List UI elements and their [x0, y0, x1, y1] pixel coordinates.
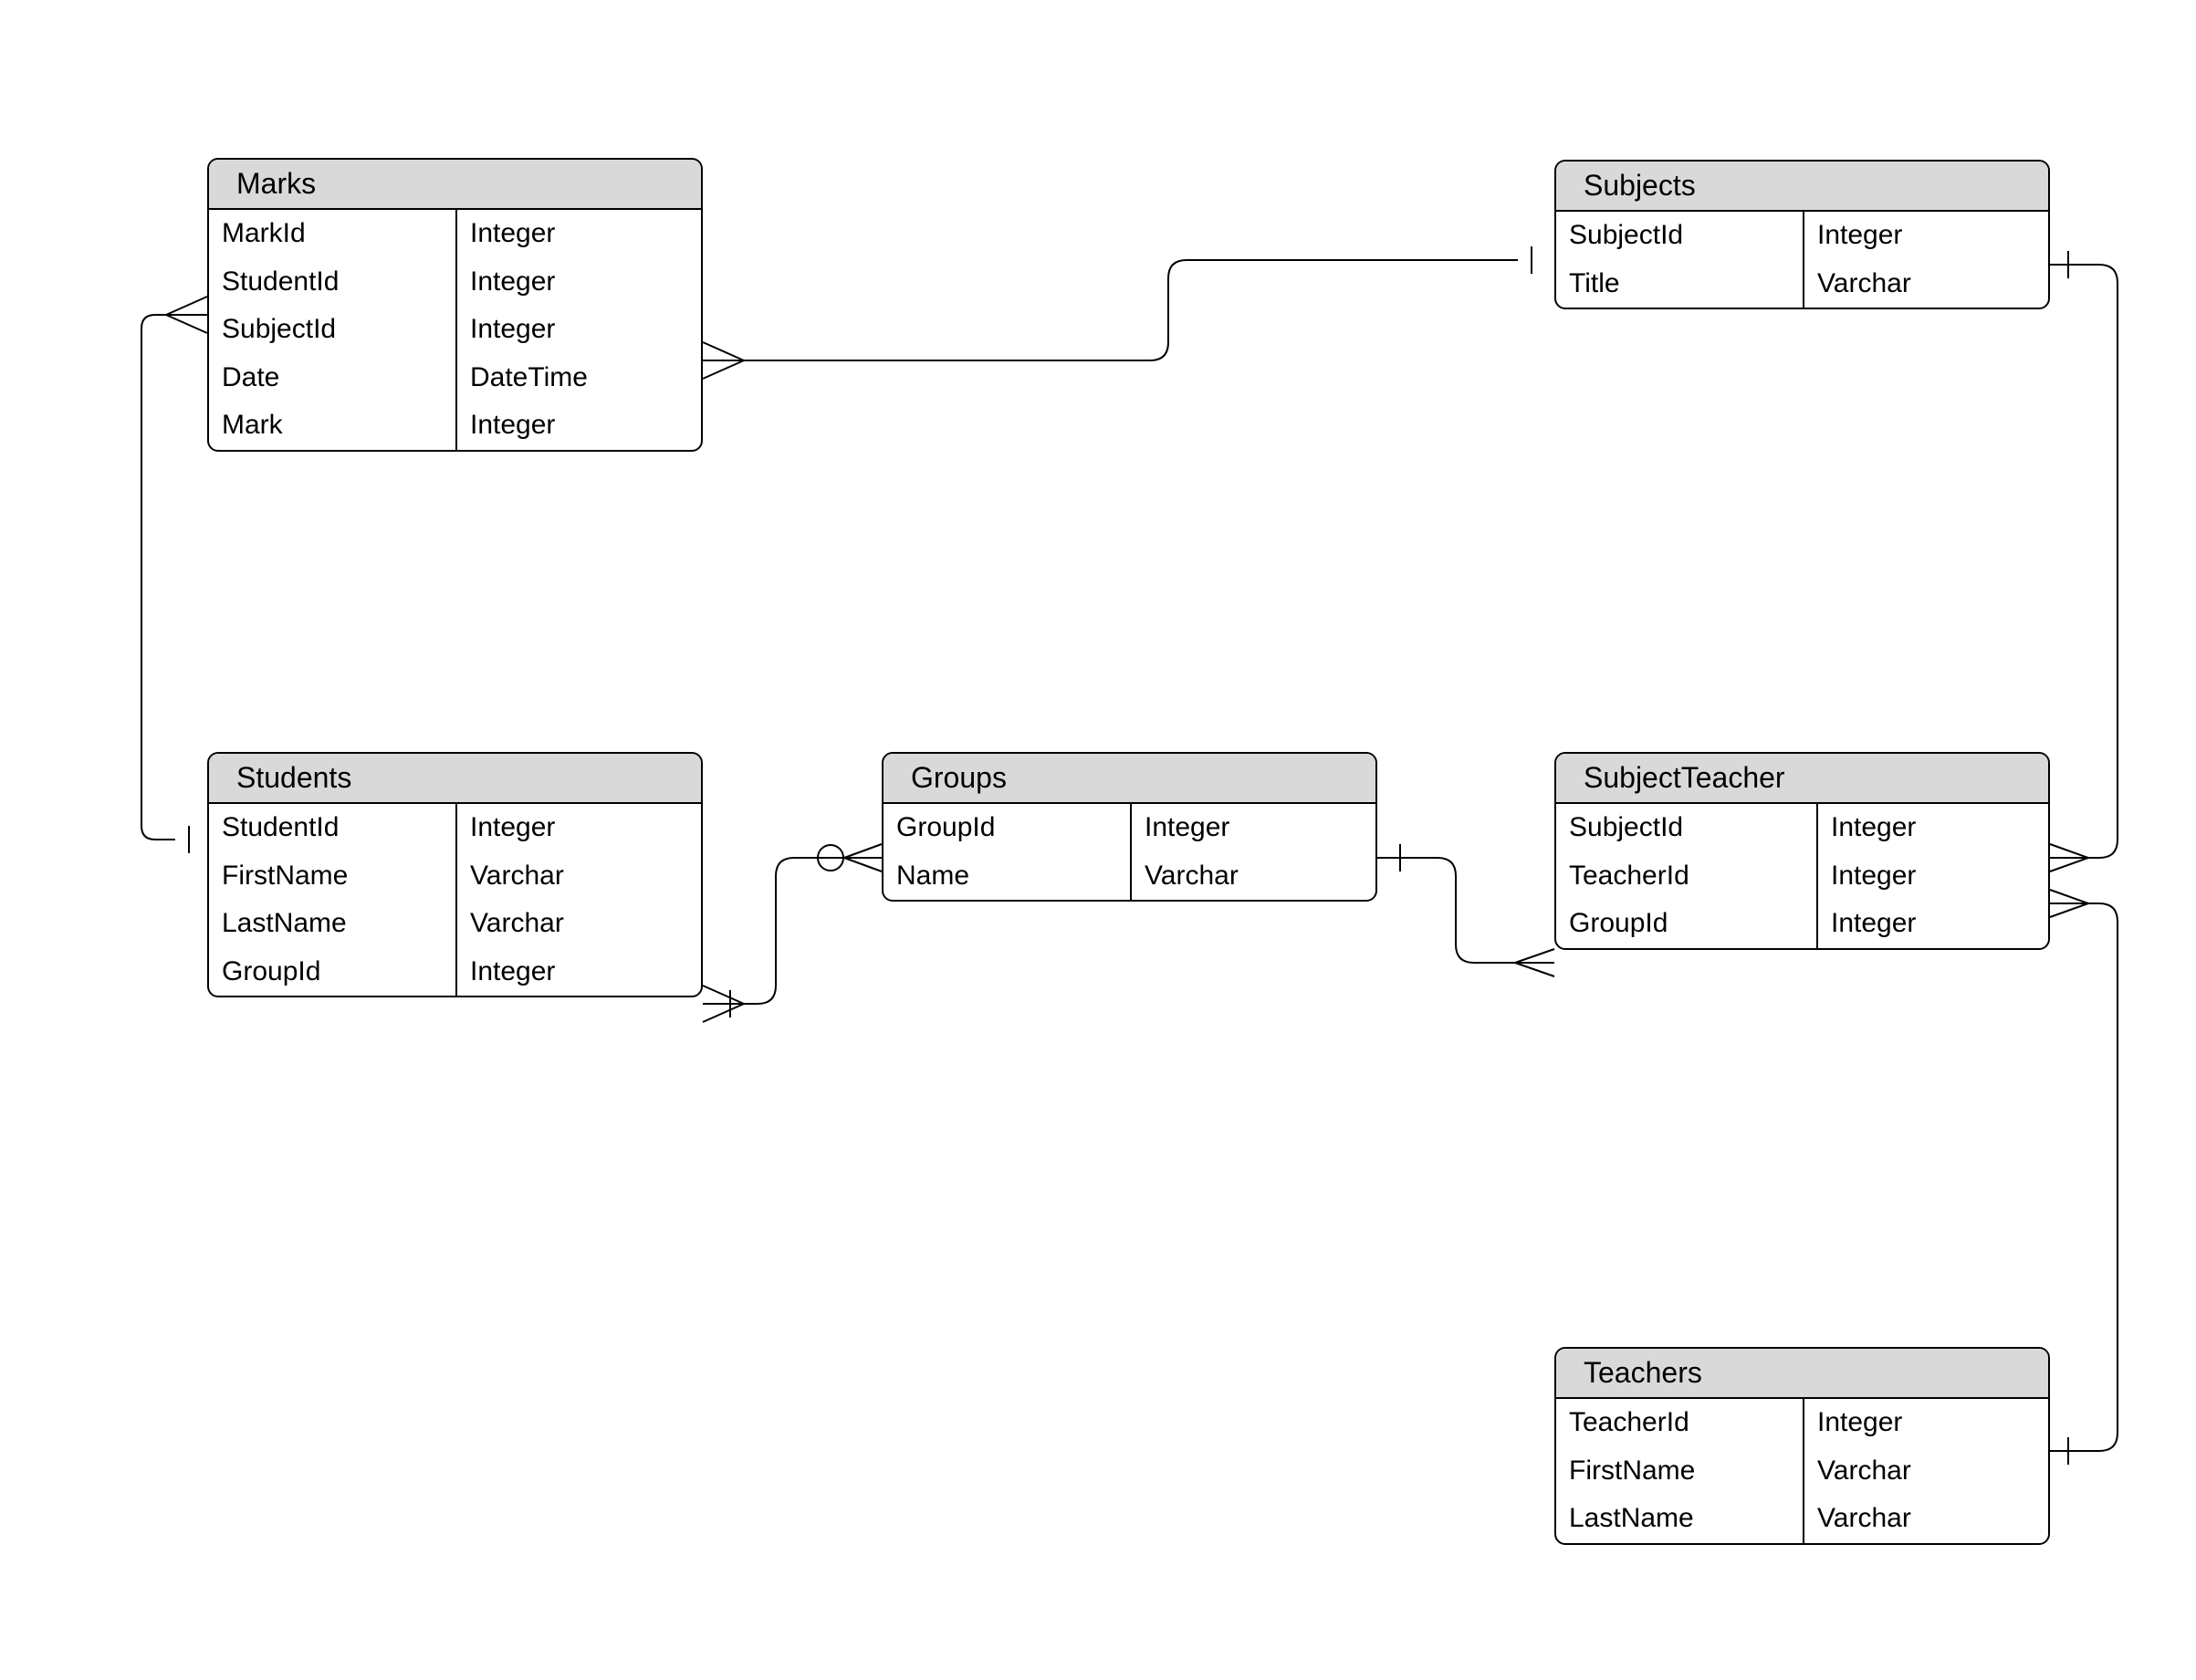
field-type: Varchar: [1804, 1447, 2048, 1496]
entity-title: SubjectTeacher: [1556, 754, 2048, 804]
entity-title: Marks: [209, 160, 701, 210]
field-name: GroupId: [209, 948, 455, 997]
entity-groups[interactable]: Groups GroupId Name Integer Varchar: [882, 752, 1377, 902]
field-name: Name: [884, 852, 1130, 901]
entity-students[interactable]: Students StudentId FirstName LastName Gr…: [207, 752, 703, 997]
field-type: Integer: [457, 948, 701, 997]
field-name: LastName: [1556, 1495, 1803, 1543]
field-type: Varchar: [1132, 852, 1375, 901]
field-name: Date: [209, 354, 455, 402]
field-name: Mark: [209, 402, 455, 450]
entity-teachers[interactable]: Teachers TeacherId FirstName LastName In…: [1554, 1347, 2050, 1545]
field-name: StudentId: [209, 258, 455, 307]
field-type: Integer: [1818, 804, 2048, 852]
field-type: Varchar: [457, 900, 701, 948]
entity-title: Subjects: [1556, 162, 2048, 212]
field-type: Integer: [1818, 852, 2048, 901]
field-type: Integer: [1132, 804, 1375, 852]
field-name: SubjectId: [1556, 212, 1803, 260]
field-name: GroupId: [1556, 900, 1816, 948]
entity-marks[interactable]: Marks MarkId StudentId SubjectId Date Ma…: [207, 158, 703, 452]
field-name: Title: [1556, 260, 1803, 308]
field-type: Varchar: [1804, 260, 2048, 308]
field-type: Integer: [1804, 1399, 2048, 1447]
field-type: Integer: [457, 210, 701, 258]
field-name: StudentId: [209, 804, 455, 852]
entity-subjectteacher[interactable]: SubjectTeacher SubjectId TeacherId Group…: [1554, 752, 2050, 950]
er-diagram-canvas: { "entities": { "marks": { "title": "Mar…: [0, 0, 2196, 1680]
field-type: Integer: [457, 258, 701, 307]
field-name: TeacherId: [1556, 852, 1816, 901]
field-type: Integer: [457, 306, 701, 354]
field-type: Varchar: [457, 852, 701, 901]
field-type: Integer: [457, 402, 701, 450]
field-type: Varchar: [1804, 1495, 2048, 1543]
field-name: SubjectId: [1556, 804, 1816, 852]
field-name: LastName: [209, 900, 455, 948]
field-name: FirstName: [209, 852, 455, 901]
field-type: DateTime: [457, 354, 701, 402]
entity-title: Teachers: [1556, 1349, 2048, 1399]
field-type: Integer: [1804, 212, 2048, 260]
field-name: GroupId: [884, 804, 1130, 852]
entity-subjects[interactable]: Subjects SubjectId Title Integer Varchar: [1554, 160, 2050, 309]
field-name: FirstName: [1556, 1447, 1803, 1496]
field-type: Integer: [1818, 900, 2048, 948]
field-name: TeacherId: [1556, 1399, 1803, 1447]
field-name: MarkId: [209, 210, 455, 258]
entity-title: Students: [209, 754, 701, 804]
field-name: SubjectId: [209, 306, 455, 354]
field-type: Integer: [457, 804, 701, 852]
entity-title: Groups: [884, 754, 1375, 804]
